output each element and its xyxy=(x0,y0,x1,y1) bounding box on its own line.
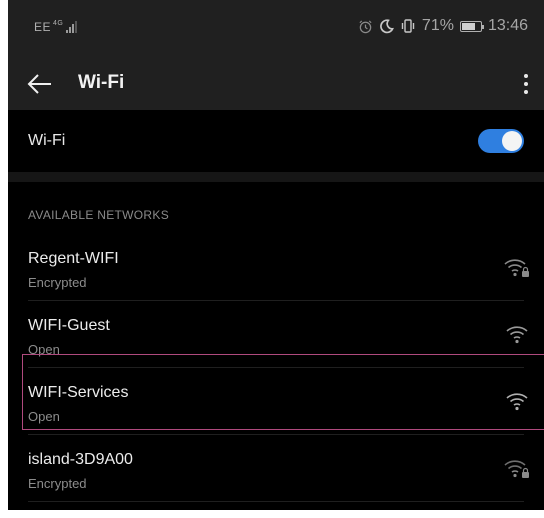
wifi-icon xyxy=(506,393,528,411)
wifi-toggle-row[interactable]: Wi-Fi xyxy=(8,110,544,172)
wifi-toggle-label: Wi-Fi xyxy=(28,132,66,149)
battery-percent: 71% xyxy=(421,17,454,34)
app-bar: Wi-Fi xyxy=(8,58,544,110)
clock: 13:46 xyxy=(487,17,528,34)
network-status: Encrypted xyxy=(28,476,87,491)
network-status: Open xyxy=(28,342,60,357)
battery-icon xyxy=(459,20,484,32)
more-options-button[interactable] xyxy=(516,68,536,100)
wifi-locked-icon xyxy=(504,460,529,478)
network-status: Encrypted xyxy=(28,275,87,290)
more-vertical-icon xyxy=(524,74,528,78)
network-status: Open xyxy=(28,409,60,424)
status-bar: EE 4G 71% 13:46 xyxy=(8,0,544,58)
carrier-name: EE xyxy=(34,20,52,34)
network-name: WIFI-Services xyxy=(28,384,129,401)
vibrate-icon xyxy=(401,19,415,33)
network-type: 4G xyxy=(53,19,64,27)
wifi-locked-icon xyxy=(504,259,529,277)
network-name: island-3D9A00 xyxy=(28,451,133,468)
network-item[interactable]: island-3D9A00 Encrypted xyxy=(8,435,544,502)
network-name: WIFI-Guest xyxy=(28,317,110,334)
carrier-info: EE 4G xyxy=(34,19,78,34)
network-name: Regent-WIFI xyxy=(28,250,119,267)
page-title: Wi-Fi xyxy=(78,72,125,93)
wifi-toggle-switch[interactable] xyxy=(478,129,524,153)
wifi-icon xyxy=(506,326,528,344)
arrow-left-icon xyxy=(27,74,51,94)
do-not-disturb-moon-icon xyxy=(380,19,394,34)
network-item[interactable]: Regent-WIFI Encrypted xyxy=(8,234,544,301)
alarm-icon xyxy=(359,19,372,33)
network-item[interactable]: WIFI-Services Open xyxy=(8,368,544,435)
available-networks-header: AVAILABLE NETWORKS xyxy=(28,208,169,222)
status-icons: 71% 13:46 xyxy=(358,17,528,35)
section-divider xyxy=(8,172,544,182)
cell-signal-icon xyxy=(66,21,78,33)
toggle-knob xyxy=(502,131,522,151)
phone-screen: EE 4G 71% 13:46 Wi-Fi Wi-Fi AVAILABLE NE… xyxy=(8,0,544,510)
network-item[interactable]: WIFI-Guest Open xyxy=(8,301,544,368)
back-button[interactable] xyxy=(24,68,56,100)
